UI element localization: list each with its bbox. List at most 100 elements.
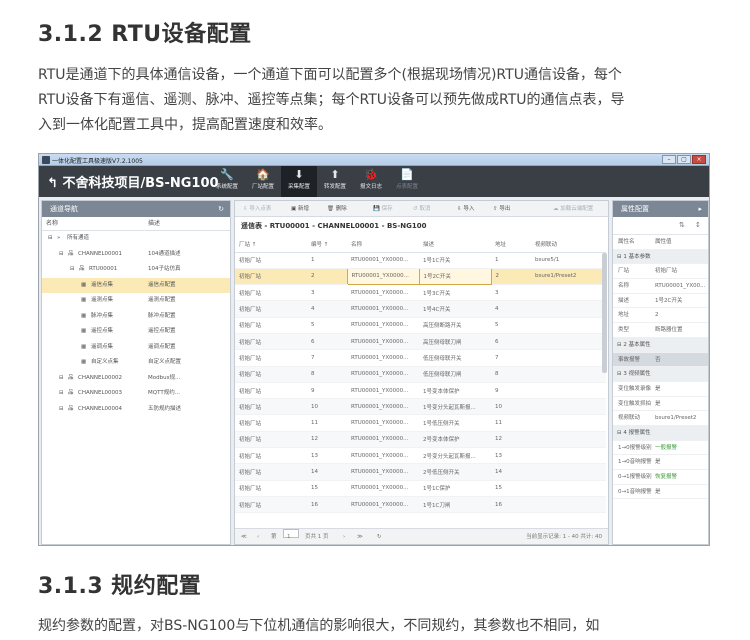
table-cell[interactable]	[531, 317, 606, 334]
property-value[interactable]: 是	[655, 382, 708, 397]
table-cell[interactable]: 2号变本体保护	[419, 431, 491, 449]
property-value[interactable]: 初始厂站	[655, 264, 708, 279]
nav-button[interactable]: ⬆ 转发配置	[317, 166, 353, 197]
table-cell[interactable]: 8	[307, 366, 347, 383]
next-page-icon[interactable]: ›	[343, 529, 345, 544]
property-row[interactable]: 0→1报警级别 恢复报警	[613, 470, 708, 485]
table-cell[interactable]: 9	[307, 382, 347, 400]
table-cell[interactable]: 4	[307, 300, 347, 318]
table-cell[interactable]: RTU00001_YX0000...	[347, 447, 419, 465]
table-cell[interactable]: 13	[307, 447, 347, 465]
table-row[interactable]: 初始厂站 15 RTU00001_YX0000... 1号1C保护 15	[235, 480, 606, 497]
table-cell[interactable]: 初始厂站	[235, 300, 307, 318]
property-row[interactable]: 事故报警 否	[613, 352, 708, 368]
property-row[interactable]: 变位触发录像是	[613, 382, 708, 397]
table-row[interactable]: 初始厂站 2 RTU00001_YX0000... 1号2C开关 2 bsure1/Pre…	[235, 267, 606, 286]
table-cell[interactable]: RTU00001_YX0000...	[347, 480, 419, 497]
table-cell[interactable]: 低压侧母联开关	[419, 349, 491, 367]
table-cell[interactable]: 10	[491, 398, 531, 416]
property-row[interactable]: 地址 2	[613, 308, 708, 324]
toolbar-button[interactable]: ⇩ 导入点表	[243, 201, 271, 217]
first-page-icon[interactable]: ≪	[241, 529, 247, 544]
table-cell[interactable]: 1号3C开关	[419, 284, 491, 302]
table-cell[interactable]: 低压侧母联刀闸	[419, 366, 491, 383]
close-button[interactable]: ×	[692, 155, 706, 164]
table-cell[interactable]: 1号1C保护	[419, 480, 491, 497]
table-cell[interactable]: RTU00001_YX0000...	[347, 366, 419, 383]
table-cell[interactable]: 13	[491, 447, 531, 465]
table-cell[interactable]: 2	[307, 268, 347, 286]
toolbar-button[interactable]: ↺ 取消	[413, 201, 430, 217]
sort-alpha-icon[interactable]: ↕	[695, 221, 701, 229]
toolbar-button[interactable]: ▣ 新增	[291, 201, 309, 217]
table-row[interactable]: 初始厂站 5 RTU00001_YX0000... 高压侧断路开关 5	[235, 317, 606, 334]
table-cell[interactable]: 初始厂站	[235, 268, 307, 286]
table-cell[interactable]: RTU00001_YX0000...	[347, 414, 419, 432]
table-cell[interactable]: 初始厂站	[235, 349, 307, 367]
table-cell[interactable]: 4	[491, 300, 531, 318]
table-cell[interactable]: RTU00001_YX0000...	[347, 496, 419, 514]
table-cell[interactable]: 14	[491, 463, 531, 481]
table-cell[interactable]: 11	[307, 414, 347, 432]
column-header[interactable]: 描述	[419, 237, 491, 253]
tree-item[interactable]: ▦ 遥调点集 遥调点配置	[42, 340, 230, 356]
table-row[interactable]: 初始厂站 14 RTU00001_YX0000... 2号低压侧开关 14	[235, 463, 606, 481]
minimize-button[interactable]: –	[662, 155, 676, 164]
table-cell[interactable]	[531, 496, 606, 514]
table-cell[interactable]: RTU00001_YX0000...	[347, 333, 419, 351]
table-cell[interactable]: 初始厂站	[235, 317, 307, 334]
table-cell[interactable]: 1	[491, 252, 531, 269]
tree-item[interactable]: ▦ 遥控点集 遥控点配置	[42, 324, 230, 340]
table-cell[interactable]: 15	[307, 480, 347, 497]
property-value[interactable]: RTU00001_YX00...	[655, 279, 708, 294]
toolbar-button[interactable]: ⇧ 导出	[493, 201, 510, 217]
table-cell[interactable]: 9	[491, 382, 531, 400]
table-row[interactable]: 初始厂站 12 RTU00001_YX0000... 2号变本体保护 12	[235, 431, 606, 449]
expand-icon[interactable]: ⊟	[70, 262, 75, 278]
table-cell[interactable]	[531, 398, 606, 416]
toolbar-button[interactable]: 💾 保存	[373, 201, 393, 217]
table-cell[interactable]: RTU00001_YX0000...	[347, 398, 419, 416]
tree-item[interactable]: ⊟ 品 CHANNEL00003 MQTT规约...	[42, 386, 230, 402]
table-cell[interactable]: 1	[307, 252, 347, 269]
nav-button[interactable]: 🔧 系统配置	[209, 166, 245, 197]
property-value[interactable]: 恢复报警	[655, 470, 708, 485]
property-group[interactable]: ⊟ 3 视频属性	[613, 367, 708, 382]
back-arrow-icon[interactable]: ↰	[47, 176, 58, 191]
table-row[interactable]: 初始厂站 10 RTU00001_YX0000... 1号变分头起瓦斯报... 10	[235, 398, 606, 416]
table-cell[interactable]: 12	[307, 431, 347, 449]
table-cell[interactable]	[531, 284, 606, 302]
table-cell[interactable]: 16	[307, 496, 347, 514]
table-cell[interactable]: 初始厂站	[235, 496, 307, 514]
table-cell[interactable]: 1号1C刀闸	[419, 496, 491, 514]
table-cell[interactable]: bsure1/Preset2	[531, 268, 606, 286]
table-row[interactable]: 初始厂站 7 RTU00001_YX0000... 低压侧母联开关 7	[235, 349, 606, 367]
tree-item[interactable]: ▦ 脉冲点集 脉冲点配置	[42, 309, 230, 325]
table-cell[interactable]: RTU00001_YX0000...	[347, 463, 419, 481]
table-cell[interactable]: RTU00001_YX0000...	[347, 284, 419, 302]
last-page-icon[interactable]: ≫	[357, 529, 363, 544]
table-cell[interactable]	[531, 447, 606, 465]
table-cell[interactable]: 2号低压侧开关	[419, 463, 491, 481]
table-cell[interactable]: 1号2C开关	[418, 267, 492, 286]
table-cell[interactable]: 初始厂站	[235, 252, 307, 269]
property-row[interactable]: 视频联动 bsure1/Preset2	[613, 411, 708, 426]
table-cell[interactable]	[531, 480, 606, 497]
sort-category-icon[interactable]: ⇅	[679, 221, 685, 229]
table-cell[interactable]: 初始厂站	[235, 414, 307, 432]
nav-button[interactable]: 📄 点表配置	[389, 166, 425, 197]
table-cell[interactable]: 5	[307, 317, 347, 334]
table-cell[interactable]: 初始厂站	[235, 398, 307, 416]
tree-item[interactable]: ▦ 遥信点集 遥信点配置	[42, 277, 230, 293]
table-cell[interactable]: 2号变分头起瓦斯报...	[419, 447, 491, 465]
property-row[interactable]: 厂站 初始厂站	[613, 264, 708, 280]
maximize-button[interactable]: ▢	[677, 155, 691, 164]
table-cell[interactable]: 3	[491, 284, 531, 302]
table-cell[interactable]: 初始厂站	[235, 284, 307, 302]
table-cell[interactable]: 1号1C开关	[419, 252, 491, 269]
table-cell[interactable]: RTU00001_YX0000...	[347, 252, 419, 269]
table-cell[interactable]: RTU00001_YX0000...	[347, 431, 419, 449]
table-cell[interactable]: 12	[491, 431, 531, 449]
table-cell[interactable]: 10	[307, 398, 347, 416]
toolbar-button[interactable]: 🗑 删除	[327, 201, 347, 217]
